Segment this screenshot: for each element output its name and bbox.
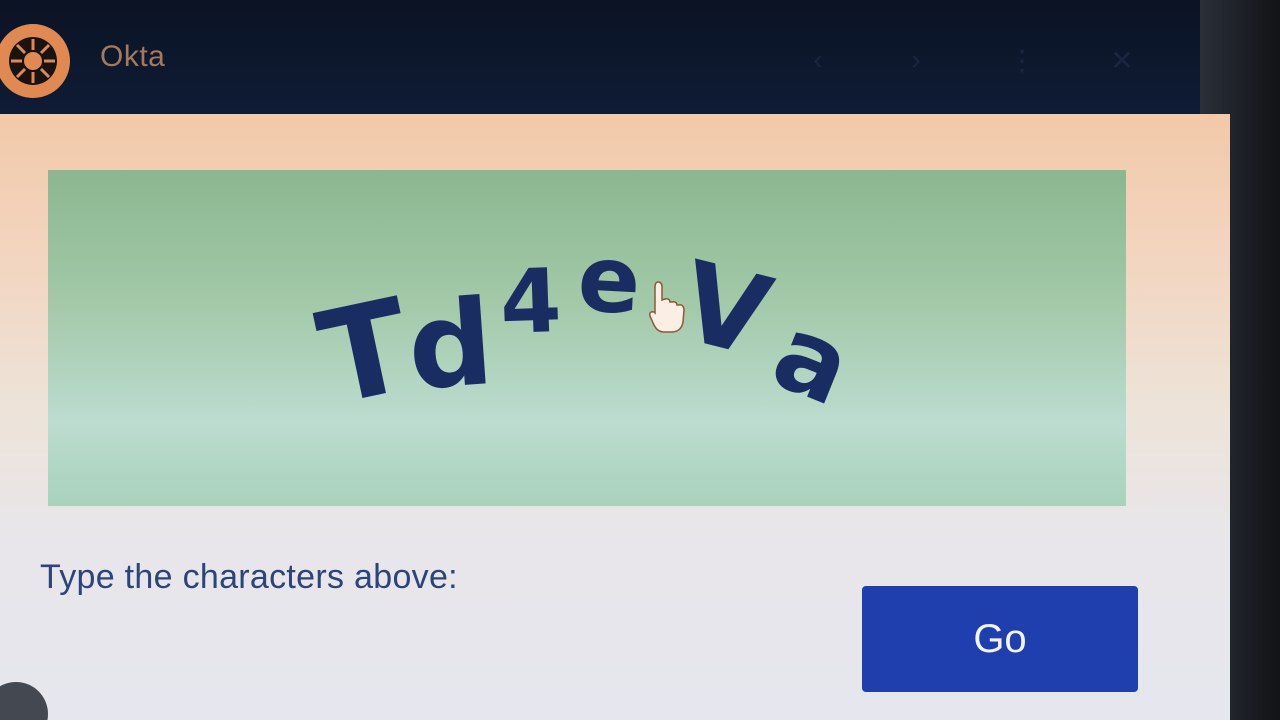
captcha-char: 4 <box>498 249 563 354</box>
okta-sunburst-icon <box>0 24 70 98</box>
more-vert-icon[interactable]: ⋮ <box>1004 42 1040 78</box>
window-titlebar: Okta ‹ › ⋮ ✕ <box>0 0 1280 118</box>
forward-arrow-icon[interactable]: › <box>898 42 934 78</box>
back-arrow-icon[interactable]: ‹ <box>800 42 836 78</box>
screen: Okta ‹ › ⋮ ✕ T d 4 e V a Type the charac… <box>0 0 1280 720</box>
captcha-prompt: Type the characters above: <box>40 558 458 596</box>
hand-cursor-icon <box>649 281 685 333</box>
captcha-answer-input[interactable] <box>40 614 824 706</box>
captcha-char: d <box>404 273 498 417</box>
go-button[interactable]: Go <box>862 586 1138 692</box>
close-icon[interactable]: ✕ <box>1104 42 1140 78</box>
captcha-char: a <box>757 290 868 429</box>
captcha-char: V <box>669 237 783 382</box>
window-title: Okta <box>100 40 166 73</box>
captcha-char: e <box>575 225 643 335</box>
captcha-text-graphic: T d 4 e V a <box>307 225 868 435</box>
captcha-image: T d 4 e V a <box>48 170 1126 506</box>
captcha-page: T d 4 e V a Type the characters above: G… <box>0 114 1230 720</box>
